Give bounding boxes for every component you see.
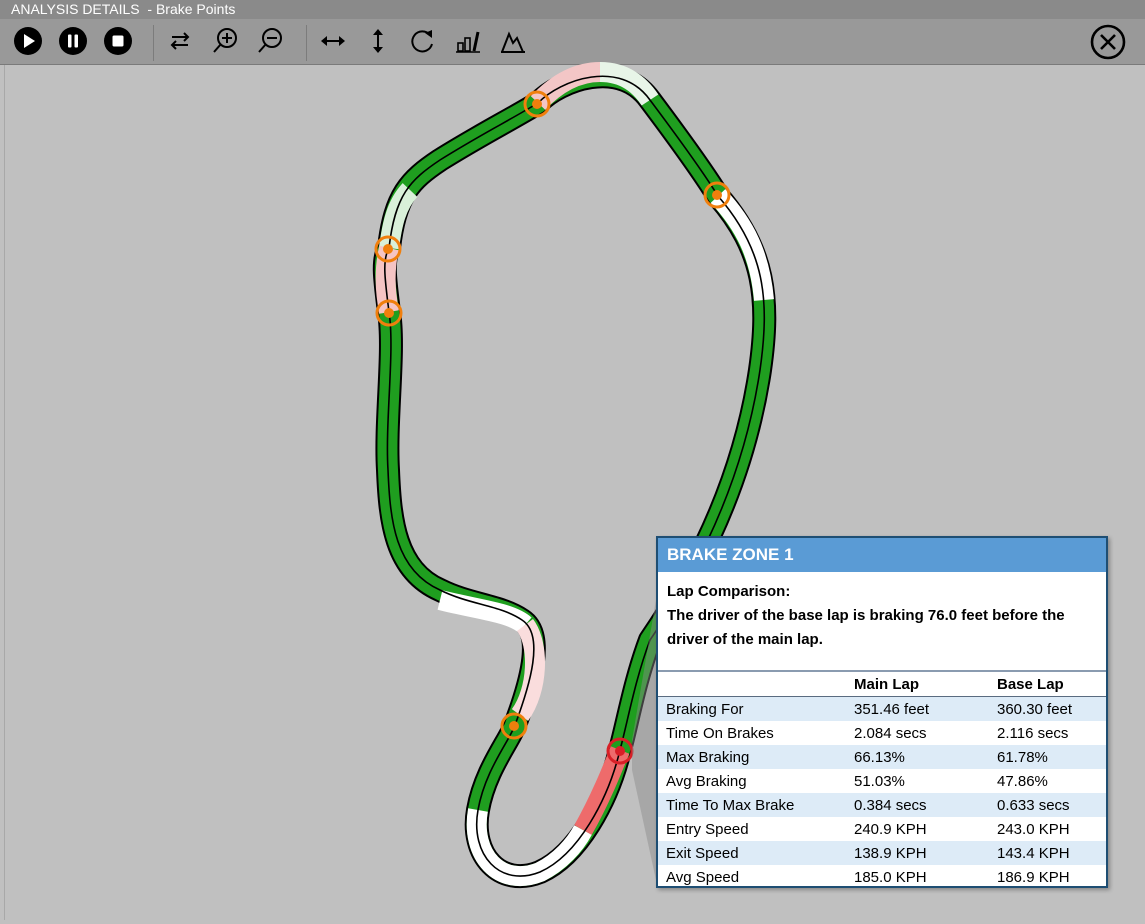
base-lap-value: 360.30 feet [989,696,1106,721]
analysis-window: ANALYSIS DETAILS - Brake Points BRAKE ZO… [0,0,1145,924]
column-header-base-lap: Base Lap [989,671,1106,697]
main-lap-value: 138.9 KPH [846,841,989,865]
main-lap-value: 0.384 secs [846,793,989,817]
table-row: Max Braking 66.13% 61.78% [658,745,1106,769]
table-header-row: Main Lap Base Lap [658,671,1106,697]
lap-comparison-text: The driver of the base lap is braking 76… [667,607,1065,648]
table-row: Time On Brakes 2.084 secs 2.116 secs [658,721,1106,745]
base-lap-value: 243.0 KPH [997,820,1070,838]
row-label: Max Braking [658,745,846,769]
row-label: Avg Speed [666,868,740,886]
table-row: Avg Braking 51.03% 47.86% [658,769,1106,793]
brake-stats-table: Main Lap Base Lap Braking For 351.46 fee… [658,670,1106,889]
lap-comparison-heading: Lap Comparison: [667,583,791,600]
main-lap-value: 351.46 feet [846,696,989,721]
row-label: Time On Brakes [666,724,774,742]
row-label: Time To Max Brake [658,793,846,817]
row-label: Avg Braking [666,772,747,790]
base-lap-value: 2.116 secs [997,724,1069,742]
base-lap-value: 186.9 KPH [997,868,1070,886]
main-lap-value: 185.0 KPH [854,868,927,886]
table-row: Time To Max Brake 0.384 secs 0.633 secs [658,793,1106,817]
base-lap-value: 0.633 secs [989,793,1106,817]
row-label: Entry Speed [666,820,749,838]
table-row: Exit Speed 138.9 KPH 143.4 KPH [658,841,1106,865]
base-lap-value: 143.4 KPH [989,841,1106,865]
brake-zone-title: BRAKE ZONE 1 [658,538,1106,572]
main-lap-value: 2.084 secs [854,724,927,742]
row-label: Braking For [658,696,846,721]
main-lap-value: 66.13% [846,745,989,769]
base-lap-value: 47.86% [997,772,1048,790]
lap-comparison: Lap Comparison: The driver of the base l… [658,572,1106,670]
main-lap-value: 240.9 KPH [854,820,927,838]
column-header [658,671,846,697]
table-row: Entry Speed 240.9 KPH 243.0 KPH [658,817,1106,841]
brake-zone-panel: BRAKE ZONE 1 Lap Comparison: The driver … [656,536,1108,888]
table-row: Braking For 351.46 feet 360.30 feet [658,696,1106,721]
main-lap-value: 51.03% [854,772,905,790]
row-label: Exit Speed [658,841,846,865]
table-row: Avg Speed 185.0 KPH 186.9 KPH [658,865,1106,889]
column-header-main-lap: Main Lap [846,671,989,697]
base-lap-value: 61.78% [989,745,1106,769]
